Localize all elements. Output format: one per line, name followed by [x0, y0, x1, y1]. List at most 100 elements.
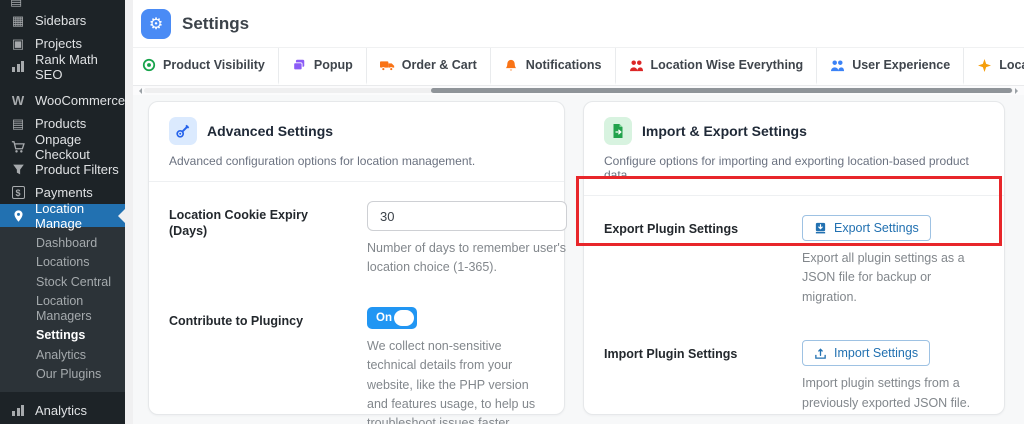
setting-label: Location Cookie Expiry (Days)	[169, 201, 347, 240]
cut-off-menu-icon: ▤	[0, 0, 125, 9]
cookie-expiry-input[interactable]	[367, 201, 567, 231]
setting-row-import-settings: Import Plugin Settings Import Settings I…	[584, 340, 1004, 413]
scroll-right-arrow-icon[interactable]	[1015, 88, 1021, 94]
setting-label: Contribute to Plugincy	[169, 307, 347, 329]
button-label: Import Settings	[834, 346, 918, 360]
bell-icon	[504, 59, 519, 72]
settings-content: Advanced Settings Advanced configuration…	[133, 95, 1024, 424]
sidebar-item-sidebars[interactable]: ▦ Sidebars	[0, 9, 125, 32]
sidebar-item-label: WooCommerce	[35, 93, 125, 108]
setting-label: Import Plugin Settings	[604, 340, 782, 362]
truck-icon	[380, 59, 395, 72]
submenu-item-our-plugins[interactable]: Our Plugins	[0, 365, 125, 384]
portfolio-icon: ▣	[10, 36, 26, 52]
tab-product-visibility[interactable]: Product Visibility	[133, 48, 279, 85]
sidebar-item-label: Location Manage	[35, 201, 125, 231]
divider	[149, 181, 564, 182]
setting-help-text: Number of days to remember user's locati…	[367, 239, 567, 278]
submenu-item-dashboard[interactable]: Dashboard	[0, 234, 125, 253]
tabbar-scrollbar	[133, 86, 1024, 95]
location-people-icon	[629, 59, 644, 72]
page-title: Settings	[182, 14, 249, 34]
sidebar-item-location-manage[interactable]: Location Manage	[0, 204, 125, 227]
eye-icon	[141, 58, 156, 72]
toggle-knob	[394, 310, 414, 326]
scrollbar-track[interactable]	[144, 88, 1013, 93]
popup-windows-icon	[292, 58, 307, 72]
toggle-state-label: On	[376, 312, 392, 324]
sparkle-icon	[977, 59, 992, 72]
sidebar-item-label: Payments	[35, 185, 93, 200]
submenu-item-analytics[interactable]: Analytics	[0, 346, 125, 365]
grid-icon: ▦	[10, 13, 26, 29]
sidebar-item-woocommerce[interactable]: W WooCommerce	[0, 89, 125, 112]
sidebar-item-label: Analytics	[35, 403, 87, 418]
tab-label: Location Wise Everything	[651, 58, 804, 72]
tab-label: User Experience	[852, 58, 950, 72]
location-pin-icon	[10, 209, 26, 223]
sidebar-item-label: Rank Math SEO	[35, 52, 125, 82]
tab-label: Location Info Management	[999, 58, 1024, 72]
card-description: Advanced configuration options for locat…	[149, 145, 564, 168]
button-label: Export Settings	[834, 221, 919, 235]
admin-sidebar: ▤ ▦ Sidebars ▣ Projects Rank Math SEO W …	[0, 0, 125, 424]
tools-icon	[169, 117, 197, 145]
card-title: Import & Export Settings	[642, 123, 807, 139]
bar-chart-icon	[10, 405, 26, 416]
tab-label: Product Visibility	[163, 58, 265, 72]
advanced-settings-card: Advanced Settings Advanced configuration…	[148, 101, 565, 415]
page-header: ⚙ Settings	[133, 0, 1024, 47]
submenu-item-locations[interactable]: Locations	[0, 253, 125, 272]
scroll-left-arrow-icon[interactable]	[136, 88, 142, 94]
import-export-card: Import & Export Settings Configure optio…	[583, 101, 1005, 415]
tab-label: Order & Cart	[402, 58, 477, 72]
sidebar-item-label: Projects	[35, 36, 82, 51]
import-settings-button[interactable]: Import Settings	[802, 340, 930, 366]
wordpress-admin-page: ▤ ▦ Sidebars ▣ Projects Rank Math SEO W …	[0, 0, 1024, 424]
sidebar-item-label: Products	[35, 116, 86, 131]
funnel-icon	[10, 163, 26, 176]
woocommerce-icon: W	[10, 93, 26, 108]
sidebar-item-onpage-checkout[interactable]: Onpage Checkout	[0, 135, 125, 158]
sidebar-item-label: Onpage Checkout	[35, 132, 125, 162]
sidebar-item-label: Sidebars	[35, 13, 86, 28]
tab-location-wise-everything[interactable]: Location Wise Everything	[616, 48, 818, 85]
setting-label: Export Plugin Settings	[604, 215, 782, 237]
contribute-toggle[interactable]: On	[367, 307, 417, 329]
setting-row-cookie-expiry: Location Cookie Expiry (Days) Number of …	[149, 201, 564, 278]
tab-order-cart[interactable]: Order & Cart	[367, 48, 491, 85]
divider	[584, 195, 1004, 196]
settings-page: ⚙ Settings Product Visibility Popup O	[133, 0, 1024, 424]
sidebar-item-analytics[interactable]: Analytics	[0, 399, 125, 422]
setting-help-text: Import plugin settings from a previously…	[802, 374, 984, 413]
submenu-item-location-managers[interactable]: Location Managers	[0, 292, 125, 327]
download-icon	[814, 222, 827, 235]
cart-icon	[10, 140, 26, 154]
upload-icon	[814, 347, 827, 360]
location-manage-submenu: Dashboard Locations Stock Central Locati…	[0, 227, 125, 392]
setting-help-text: We collect non-sensitive technical detai…	[367, 337, 544, 424]
submenu-item-stock-central[interactable]: Stock Central	[0, 273, 125, 292]
export-file-icon	[604, 117, 632, 145]
settings-tabbar: Product Visibility Popup Order & Cart No…	[133, 47, 1024, 86]
setting-row-contribute: Contribute to Plugincy On We collect non…	[149, 307, 564, 424]
tab-notifications[interactable]: Notifications	[491, 48, 616, 85]
seo-chart-icon	[10, 61, 26, 72]
sidebar-item-rank-math-seo[interactable]: Rank Math SEO	[0, 55, 125, 78]
sidebar-item-label: Product Filters	[35, 162, 119, 177]
sidebar-item-product-filters[interactable]: Product Filters	[0, 158, 125, 181]
card-description: Configure options for importing and expo…	[584, 145, 1004, 182]
dollar-icon: $	[10, 186, 26, 199]
submenu-item-settings[interactable]: Settings	[0, 326, 125, 345]
setting-help-text: Export all plugin settings as a JSON fil…	[802, 249, 984, 307]
sidebar-content-gap	[125, 0, 133, 424]
card-title: Advanced Settings	[207, 123, 333, 139]
tab-user-experience[interactable]: User Experience	[817, 48, 964, 85]
scrollbar-thumb[interactable]	[431, 88, 1012, 93]
tab-popup[interactable]: Popup	[279, 48, 367, 85]
tab-label: Notifications	[526, 58, 602, 72]
setting-row-export-settings: Export Plugin Settings Export Settings E…	[584, 215, 1004, 307]
settings-gear-icon: ⚙	[141, 9, 171, 39]
tab-location-info-management[interactable]: Location Info Management	[964, 48, 1024, 85]
export-settings-button[interactable]: Export Settings	[802, 215, 931, 241]
